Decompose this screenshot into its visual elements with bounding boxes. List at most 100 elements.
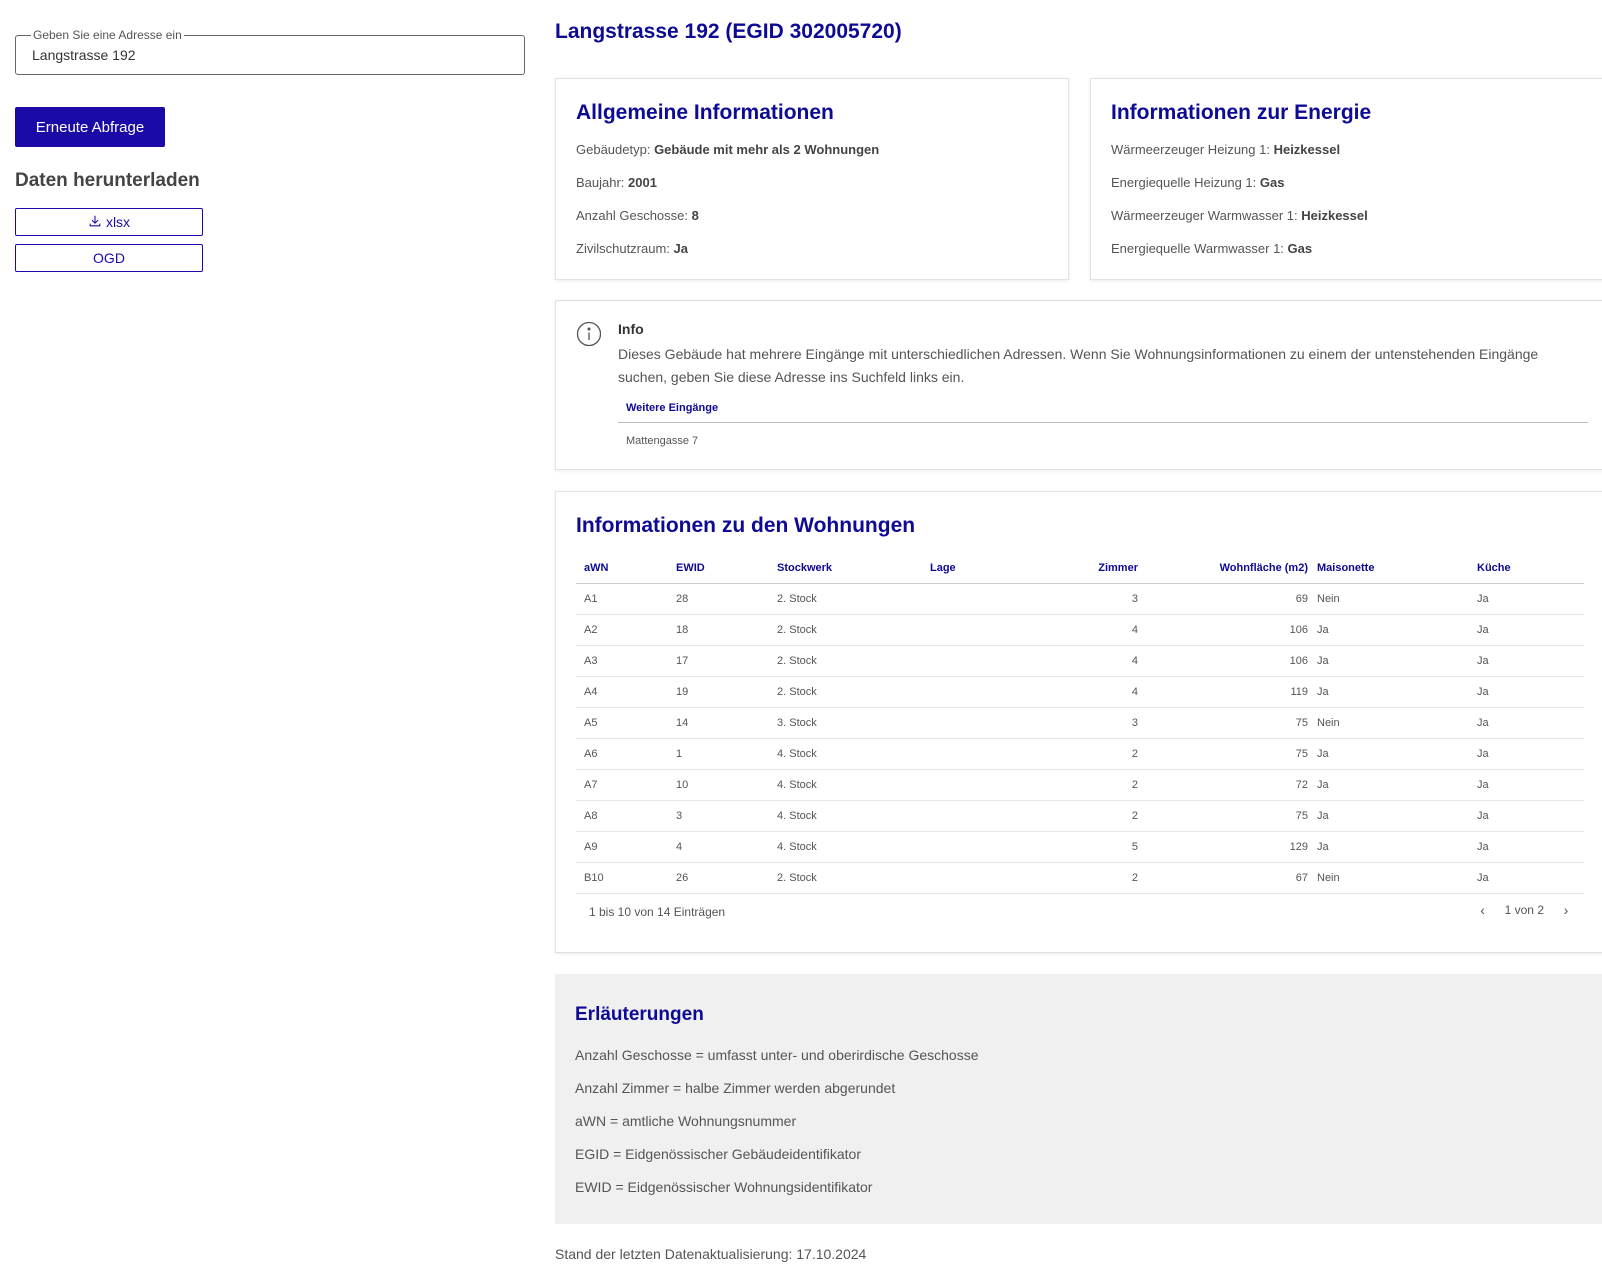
column-header-lage[interactable]: Lage xyxy=(930,552,1050,583)
cell-maisonette: Ja xyxy=(1317,655,1329,667)
energy-info-item: Wärmeerzeuger Heizung 1: Heizkessel xyxy=(1111,142,1341,157)
glossary-heading: Erläuterungen xyxy=(575,1004,704,1025)
page-title: Langstrasse 192 (EGID 302005720) xyxy=(555,20,902,43)
cell-lage xyxy=(930,863,1050,893)
cell-maisonette: Nein xyxy=(1317,872,1340,884)
page-info: 1 von 2 xyxy=(1504,903,1544,917)
data-update-note: Stand der letzten Datenaktualisierung: 1… xyxy=(555,1246,867,1262)
column-header-stockwerk[interactable]: Stockwerk xyxy=(777,552,917,583)
cell-wohnflaeche: 129 xyxy=(1289,841,1308,853)
cell-ewid: 18 xyxy=(676,624,689,636)
cell-stockwerk: 4. Stock xyxy=(777,810,817,822)
address-field-legend: Geben Sie eine Adresse ein xyxy=(31,28,184,42)
cell-zimmer: 2 xyxy=(1131,810,1138,822)
cell-zimmer: 2 xyxy=(1131,748,1138,760)
cell-lage xyxy=(930,832,1050,862)
energy-info-item: Energiequelle Warmwasser 1: Gas xyxy=(1111,241,1313,256)
apartments-card: Informationen zu den Wohnungen aWN EWID … xyxy=(555,491,1602,953)
cell-stockwerk: 2. Stock xyxy=(777,686,817,698)
cell-wohnflaeche: 69 xyxy=(1295,593,1308,605)
cell-stockwerk: 4. Stock xyxy=(777,779,817,791)
cell-awn: A9 xyxy=(584,841,598,853)
cell-awn: A8 xyxy=(584,810,598,822)
cell-kueche: Ja xyxy=(1477,810,1489,822)
cell-awn: A7 xyxy=(584,779,598,791)
cell-awn: A3 xyxy=(584,655,598,667)
cell-awn: A6 xyxy=(584,748,598,760)
chevron-left-icon[interactable]: ‹ xyxy=(1475,902,1491,918)
table-row: B10 26 2. Stock 2 67 Nein Ja xyxy=(576,863,1584,894)
download-ogd-label: OGD xyxy=(93,250,125,266)
cell-kueche: Ja xyxy=(1477,624,1489,636)
cell-maisonette: Nein xyxy=(1317,593,1340,605)
chevron-right-icon[interactable]: › xyxy=(1558,902,1574,918)
table-row: A1 28 2. Stock 3 69 Nein Ja xyxy=(576,584,1584,615)
energy-info-item: Energiequelle Heizung 1: Gas xyxy=(1111,175,1285,190)
table-row: A9 4 4. Stock 5 129 Ja Ja xyxy=(576,832,1584,863)
download-icon xyxy=(88,214,102,231)
cell-maisonette: Nein xyxy=(1317,717,1340,729)
entrance-item: Mattengasse 7 xyxy=(626,435,699,447)
cell-awn: A4 xyxy=(584,686,598,698)
column-header-wohnflaeche[interactable]: Wohnfläche (m2) xyxy=(1138,552,1308,583)
cell-stockwerk: 2. Stock xyxy=(777,655,817,667)
table-row: A3 17 2. Stock 4 106 Ja Ja xyxy=(576,646,1584,677)
cell-kueche: Ja xyxy=(1477,717,1489,729)
column-header-awn[interactable]: aWN xyxy=(584,552,664,583)
entrances-table-header: Weitere Eingänge xyxy=(618,397,1588,423)
glossary-item: Anzahl Zimmer = halbe Zimmer werden abge… xyxy=(575,1080,896,1096)
cell-ewid: 1 xyxy=(676,748,683,760)
cell-lage xyxy=(930,801,1050,831)
address-search-field[interactable]: Geben Sie eine Adresse ein xyxy=(15,28,525,75)
cell-awn: B10 xyxy=(584,872,604,884)
apartments-table-body: A1 28 2. Stock 3 69 Nein Ja A2 18 2. Stock 4 106 Ja J… xyxy=(576,584,1584,894)
cell-awn: A1 xyxy=(584,593,598,605)
cell-stockwerk: 2. Stock xyxy=(777,872,817,884)
cell-lage xyxy=(930,584,1050,614)
info-title: Info xyxy=(618,321,644,337)
energy-info-heading: Informationen zur Energie xyxy=(1111,101,1372,124)
cell-ewid: 10 xyxy=(676,779,689,791)
cell-maisonette: Ja xyxy=(1317,624,1329,636)
glossary-item: EGID = Eidgenössischer Gebäudeidentifika… xyxy=(575,1146,861,1162)
cell-zimmer: 4 xyxy=(1131,655,1138,667)
address-input[interactable] xyxy=(32,47,502,63)
table-row: A2 18 2. Stock 4 106 Ja Ja xyxy=(576,615,1584,646)
cell-ewid: 19 xyxy=(676,686,689,698)
glossary-item: Anzahl Geschosse = umfasst unter- und ob… xyxy=(575,1047,979,1063)
cell-stockwerk: 4. Stock xyxy=(777,841,817,853)
cell-lage xyxy=(930,708,1050,738)
glossary-item: aWN = amtliche Wohnungsnummer xyxy=(575,1113,797,1129)
cell-stockwerk: 2. Stock xyxy=(777,624,817,636)
cell-maisonette: Ja xyxy=(1317,841,1329,853)
table-row: A7 10 4. Stock 2 72 Ja Ja xyxy=(576,770,1584,801)
table-row: A5 14 3. Stock 3 75 Nein Ja xyxy=(576,708,1584,739)
cell-wohnflaeche: 75 xyxy=(1295,717,1308,729)
general-info-item: Anzahl Geschosse: 8 xyxy=(576,208,699,223)
column-header-zimmer[interactable]: Zimmer xyxy=(1046,552,1138,583)
cell-lage xyxy=(930,646,1050,676)
cell-maisonette: Ja xyxy=(1317,810,1329,822)
general-info-item: Baujahr: 2001 xyxy=(576,175,657,190)
column-header-maisonette[interactable]: Maisonette xyxy=(1317,552,1457,583)
download-ogd-button[interactable]: OGD xyxy=(15,244,203,272)
cell-ewid: 14 xyxy=(676,717,689,729)
cell-maisonette: Ja xyxy=(1317,748,1329,760)
cell-zimmer: 3 xyxy=(1131,593,1138,605)
cell-kueche: Ja xyxy=(1477,841,1489,853)
cell-ewid: 4 xyxy=(676,841,683,853)
cell-kueche: Ja xyxy=(1477,655,1489,667)
cell-maisonette: Ja xyxy=(1317,686,1329,698)
cell-wohnflaeche: 106 xyxy=(1289,624,1308,636)
column-header-kueche[interactable]: Küche xyxy=(1477,552,1577,583)
general-info-item: Zivilschutzraum: Ja xyxy=(576,241,688,256)
glossary-box: Erläuterungen Anzahl Geschosse = umfasst… xyxy=(555,974,1602,1224)
cell-kueche: Ja xyxy=(1477,748,1489,760)
download-xlsx-button[interactable]: xlsx xyxy=(15,208,203,236)
energy-info-item: Wärmeerzeuger Warmwasser 1: Heizkessel xyxy=(1111,208,1368,223)
column-header-ewid[interactable]: EWID xyxy=(676,552,766,583)
apartments-heading: Informationen zu den Wohnungen xyxy=(576,514,916,537)
requery-button[interactable]: Erneute Abfrage xyxy=(15,107,165,147)
general-info-item: Gebäudetyp: Gebäude mit mehr als 2 Wohnu… xyxy=(576,142,880,157)
cell-stockwerk: 3. Stock xyxy=(777,717,817,729)
